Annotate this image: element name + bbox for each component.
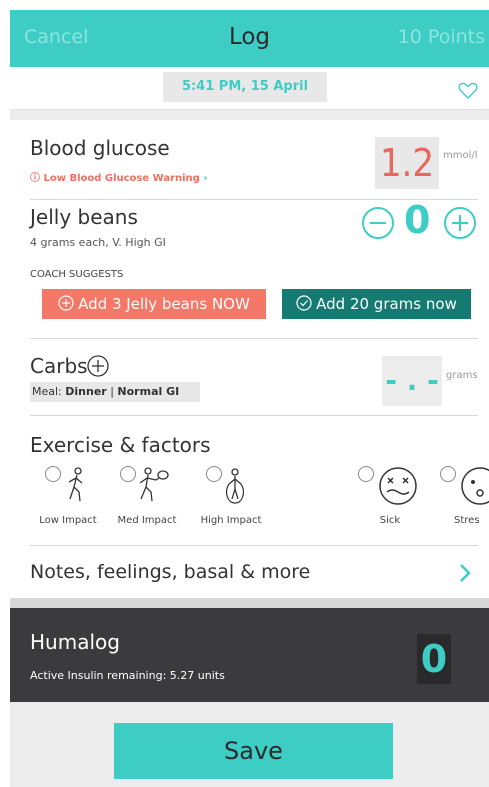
points-label[interactable]: 10 Points xyxy=(398,26,485,48)
notes-row[interactable]: Notes, feelings, basal & more xyxy=(30,561,310,583)
meal-selector[interactable]: Meal: Dinner | Normal GI xyxy=(30,382,200,402)
factor-label: Sick xyxy=(379,515,401,526)
jelly-beans-title: Jelly beans xyxy=(30,205,138,229)
exercise-title: Exercise & factors xyxy=(30,433,211,457)
radio-button[interactable] xyxy=(45,466,61,482)
jelly-beans-count: 0 xyxy=(404,198,431,242)
date-bar: 5:41 PM, 15 April 2017 xyxy=(10,67,489,124)
humalog-value[interactable]: 0 xyxy=(417,634,451,684)
meal-gi: Normal GI xyxy=(117,385,180,398)
sick-face-icon xyxy=(379,467,417,505)
active-insulin-text: Active Insulin remaining: 5.27 units xyxy=(30,669,225,682)
plus-circle-icon xyxy=(444,207,476,239)
factor-label: Stres xyxy=(454,515,480,526)
section-spacer xyxy=(10,110,489,120)
humalog-title: Humalog xyxy=(30,630,120,654)
section-spacer xyxy=(10,598,489,608)
decrement-button[interactable] xyxy=(361,206,395,244)
carbs-value[interactable]: - . - xyxy=(382,356,442,406)
plus-circle-icon xyxy=(87,355,109,377)
add-jelly-beans-button[interactable]: Add 3 Jelly beans NOW xyxy=(42,289,266,319)
meal-type: Dinner xyxy=(65,385,107,398)
chevron-right-icon xyxy=(460,564,471,582)
check-circle-icon xyxy=(296,295,312,311)
glucose-unit: mmol/l xyxy=(443,150,478,161)
divider xyxy=(30,338,478,339)
blood-glucose-value[interactable]: 1.2 xyxy=(375,137,439,189)
increment-button[interactable] xyxy=(443,206,477,244)
favorite-button[interactable] xyxy=(458,82,478,104)
radio-button[interactable] xyxy=(440,466,456,482)
carbs-title: Carbs xyxy=(30,354,88,378)
info-icon: ⓘ xyxy=(30,173,40,184)
radio-button[interactable] xyxy=(120,466,136,482)
footer: Save xyxy=(10,702,489,787)
divider xyxy=(30,545,478,546)
meal-prefix: Meal: xyxy=(32,385,66,398)
warning-text: Low Blood Glucose Warning xyxy=(43,173,200,184)
jelly-beans-subtitle: 4 grams each, V. High GI xyxy=(30,236,166,249)
stress-face-icon xyxy=(461,467,489,505)
factor-option-stress[interactable]: Stres xyxy=(440,466,489,528)
walking-person-icon xyxy=(68,467,83,502)
radio-button[interactable] xyxy=(358,466,374,482)
exercise-label: High Impact xyxy=(200,515,262,526)
coach-suggests-label: COACH SUGGESTS xyxy=(30,269,124,280)
jump-rope-icon xyxy=(225,468,245,504)
exercise-label: Low Impact xyxy=(39,515,97,526)
tennis-player-icon xyxy=(139,467,169,502)
plus-circle-icon xyxy=(58,295,74,311)
notes-chevron[interactable] xyxy=(458,563,472,587)
heart-icon xyxy=(458,82,478,99)
radio-button[interactable] xyxy=(206,466,222,482)
chevron-right-icon: › xyxy=(203,173,208,184)
minus-circle-icon xyxy=(362,207,394,239)
date-selector[interactable]: 5:41 PM, 15 April 2017 xyxy=(163,72,327,124)
add-grams-button[interactable]: Add 20 grams now xyxy=(282,289,471,319)
exercise-label: Med Impact xyxy=(117,515,177,526)
low-glucose-warning[interactable]: ⓘ Low Blood Glucose Warning › xyxy=(30,169,207,184)
top-bar: Cancel Log 10 Points xyxy=(10,10,489,67)
save-button[interactable]: Save xyxy=(114,723,393,779)
carbs-unit: grams xyxy=(446,370,478,381)
add-grams-label: Add 20 grams now xyxy=(316,295,457,313)
add-jelly-beans-label: Add 3 Jelly beans NOW xyxy=(78,295,250,313)
humalog-panel: Humalog Active Insulin remaining: 5.27 u… xyxy=(10,608,489,702)
divider xyxy=(30,415,478,416)
blood-glucose-title: Blood glucose xyxy=(30,136,170,160)
add-carbs-button[interactable] xyxy=(86,354,110,382)
